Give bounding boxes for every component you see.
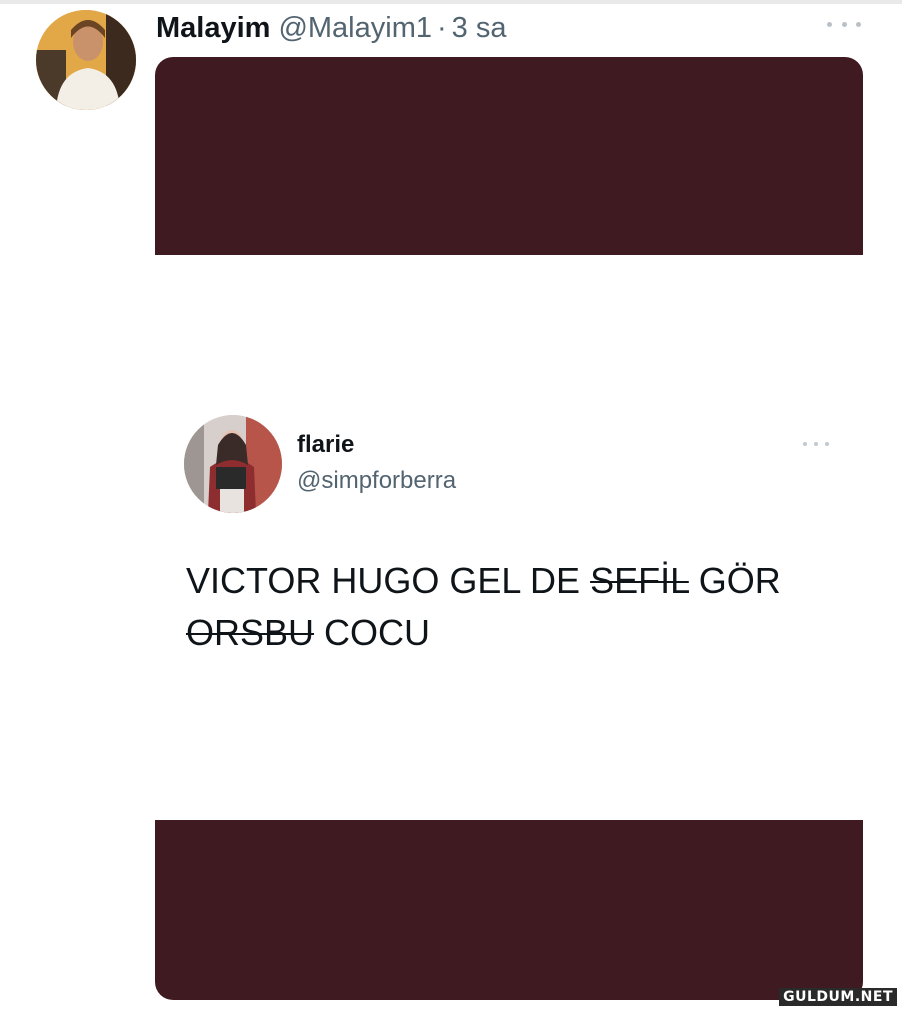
more-dot bbox=[827, 21, 832, 27]
text-part: COCU bbox=[314, 612, 431, 653]
more-dot bbox=[841, 21, 847, 27]
tweet-media-image[interactable]: flarie @simpforberra VICTOR HUGO GEL DE … bbox=[155, 57, 863, 1000]
embedded-avatar-photo bbox=[184, 415, 282, 513]
struck-text: SEFİL bbox=[590, 560, 689, 601]
more-horizontal-icon bbox=[803, 438, 829, 450]
embedded-display-name: flarie bbox=[297, 431, 355, 458]
avatar[interactable] bbox=[36, 10, 136, 110]
struck-text: ORSBU bbox=[186, 612, 315, 653]
more-dot bbox=[814, 442, 818, 446]
timestamp[interactable]: 3 sa bbox=[452, 12, 507, 45]
more-horizontal-icon[interactable] bbox=[827, 16, 861, 32]
top-divider bbox=[0, 0, 902, 4]
watermark: GULDUM.NET bbox=[779, 988, 897, 1006]
avatar-photo bbox=[36, 10, 136, 110]
embedded-user-handle: @simpforberra bbox=[297, 467, 457, 494]
embedded-avatar bbox=[184, 415, 282, 513]
more-dot bbox=[803, 442, 807, 446]
more-dot bbox=[825, 442, 829, 446]
more-dot bbox=[856, 21, 861, 27]
text-part: VICTOR HUGO GEL DE bbox=[186, 560, 591, 601]
embedded-tweet-text: VICTOR HUGO GEL DE SEFİL GÖR ORSBU COCU bbox=[186, 555, 826, 659]
embedded-tweet-screenshot: flarie @simpforberra VICTOR HUGO GEL DE … bbox=[155, 255, 863, 820]
user-handle[interactable]: @Malayim1 bbox=[278, 12, 432, 45]
text-part: GÖR bbox=[688, 560, 781, 601]
display-name[interactable]: Malayim bbox=[156, 12, 270, 45]
separator-dot: · bbox=[436, 11, 447, 44]
tweet-header: Malayim @Malayim1 · 3 sa bbox=[156, 8, 506, 48]
